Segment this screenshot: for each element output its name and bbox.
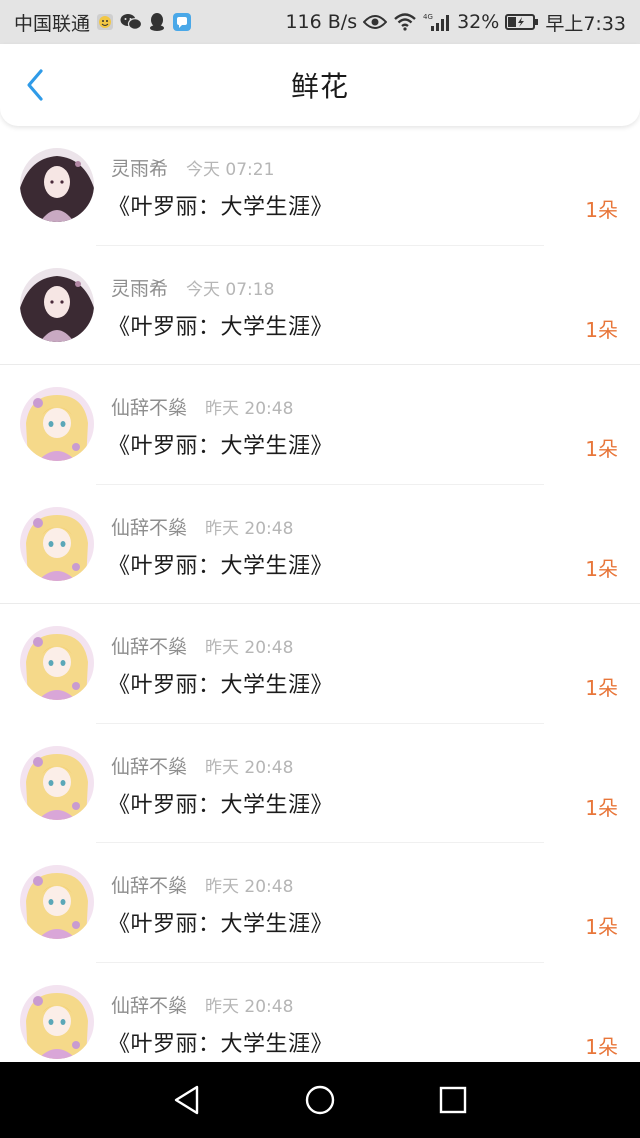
header: 鲜花 [0,44,640,126]
send-time: 今天 07:18 [186,279,275,300]
book-title[interactable]: 《叶罗丽：大学生涯》 [108,667,333,699]
sender-name[interactable]: 仙辞不燊 [111,991,187,1018]
flower-count: 1朵 [585,676,618,700]
list-item[interactable]: 仙辞不燊 昨天 20:48 《叶罗丽：大学生涯》 1朵 [0,604,640,724]
name-line: 仙辞不燊 昨天 20:48 [111,632,293,659]
signal-4g-icon: 4G [423,12,451,32]
sender-name[interactable]: 仙辞不燊 [111,632,187,659]
book-title[interactable]: 《叶罗丽：大学生涯》 [108,309,333,341]
list-item[interactable]: 仙辞不燊 昨天 20:48 《叶罗丽：大学生涯》 1朵 [0,485,640,604]
book-title[interactable]: 《叶罗丽：大学生涯》 [108,548,333,580]
back-button[interactable] [18,68,52,102]
flower-count: 1朵 [585,437,618,461]
status-bar: 中国联通 116 B/s 4G 32% 早上7:33 [0,0,640,44]
sender-name[interactable]: 灵雨希 [111,274,168,301]
svg-text:4G: 4G [423,13,433,21]
wechat-icon [120,13,143,31]
system-nav-bar [0,1062,640,1138]
send-time: 昨天 20:48 [205,399,294,419]
battery-percent: 32% [457,11,500,33]
send-time: 昨天 20:48 [205,877,294,897]
avatar[interactable] [20,745,94,820]
avatar[interactable] [20,267,94,342]
sender-name[interactable]: 仙辞不燊 [111,752,187,779]
book-title[interactable]: 《叶罗丽：大学生涯》 [108,189,333,221]
sender-name[interactable]: 仙辞不燊 [111,871,187,898]
net-speed: 116 B/s [285,11,358,33]
book-title[interactable]: 《叶罗丽：大学生涯》 [108,1026,333,1058]
book-title[interactable]: 《叶罗丽：大学生涯》 [108,787,333,819]
clock: 早上7:33 [545,12,626,35]
nav-recents-button[interactable] [428,1075,478,1125]
page-title: 鲜花 [290,70,349,103]
qq-icon [148,12,166,32]
flower-count: 1朵 [585,795,618,820]
list-item[interactable]: 仙辞不燊 昨天 20:48 《叶罗丽：大学生涯》 1朵 [0,365,640,485]
name-line: 仙辞不燊 昨天 20:48 [111,752,293,779]
name-line: 仙辞不燊 昨天 20:48 [111,393,293,420]
send-time: 昨天 20:48 [205,638,294,658]
avatar[interactable] [20,387,94,461]
flower-count: 1朵 [585,556,618,581]
avatar[interactable] [20,506,94,581]
gift-list: 灵雨希 今天 07:21 《叶罗丽：大学生涯》 1朵 灵雨希 今天 07:18 … [0,126,640,1082]
sender-name[interactable]: 仙辞不燊 [111,513,187,540]
sender-name[interactable]: 灵雨希 [111,154,168,181]
flower-count: 1朵 [585,317,618,342]
back-triangle-icon [174,1085,198,1115]
name-line: 仙辞不燊 昨天 20:48 [111,991,293,1018]
nav-home-button[interactable] [295,1075,345,1125]
book-title[interactable]: 《叶罗丽：大学生涯》 [108,428,333,460]
name-line: 灵雨希 今天 07:21 [111,154,274,181]
list-item[interactable]: 灵雨希 今天 07:18 《叶罗丽：大学生涯》 1朵 [0,246,640,365]
book-title[interactable]: 《叶罗丽：大学生涯》 [108,906,333,938]
name-line: 仙辞不燊 昨天 20:48 [111,871,293,898]
app-icon [172,12,192,32]
flower-gifts-screen: 中国联通 116 B/s 4G 32% 早上7:33 鲜花 灵雨希 今天 07:… [0,0,640,1138]
list-item[interactable]: 仙辞不燊 昨天 20:48 《叶罗丽：大学生涯》 1朵 [0,724,640,843]
nav-back-button[interactable] [162,1075,212,1125]
avatar[interactable] [20,865,94,939]
flower-count: 1朵 [585,1034,618,1059]
flower-count: 1朵 [585,198,618,222]
wifi-icon [393,13,417,31]
status-left: 中国联通 [14,9,192,36]
send-time: 今天 07:21 [186,160,275,180]
list-item[interactable]: 仙辞不燊 昨天 20:48 《叶罗丽：大学生涯》 1朵 [0,843,640,963]
home-circle-icon [305,1085,335,1115]
eye-icon [363,14,388,30]
avatar[interactable] [20,148,94,222]
avatar[interactable] [20,626,94,700]
status-right: 116 B/s 4G 32% 早上7:33 [285,9,626,36]
carrier-name: 中国联通 [14,12,91,35]
recents-square-icon [440,1086,467,1114]
send-time: 昨天 20:48 [205,518,294,539]
flower-count: 1朵 [585,915,618,939]
list-item[interactable]: 灵雨希 今天 07:21 《叶罗丽：大学生涯》 1朵 [0,126,640,246]
sender-name[interactable]: 仙辞不燊 [111,393,187,420]
emoji-icon [96,13,114,31]
send-time: 昨天 20:48 [205,757,294,778]
name-line: 仙辞不燊 昨天 20:48 [111,513,293,540]
battery-charging-icon [505,13,539,31]
send-time: 昨天 20:48 [205,996,294,1017]
name-line: 灵雨希 今天 07:18 [111,274,274,301]
chevron-left-icon [27,69,43,101]
avatar[interactable] [20,984,94,1059]
